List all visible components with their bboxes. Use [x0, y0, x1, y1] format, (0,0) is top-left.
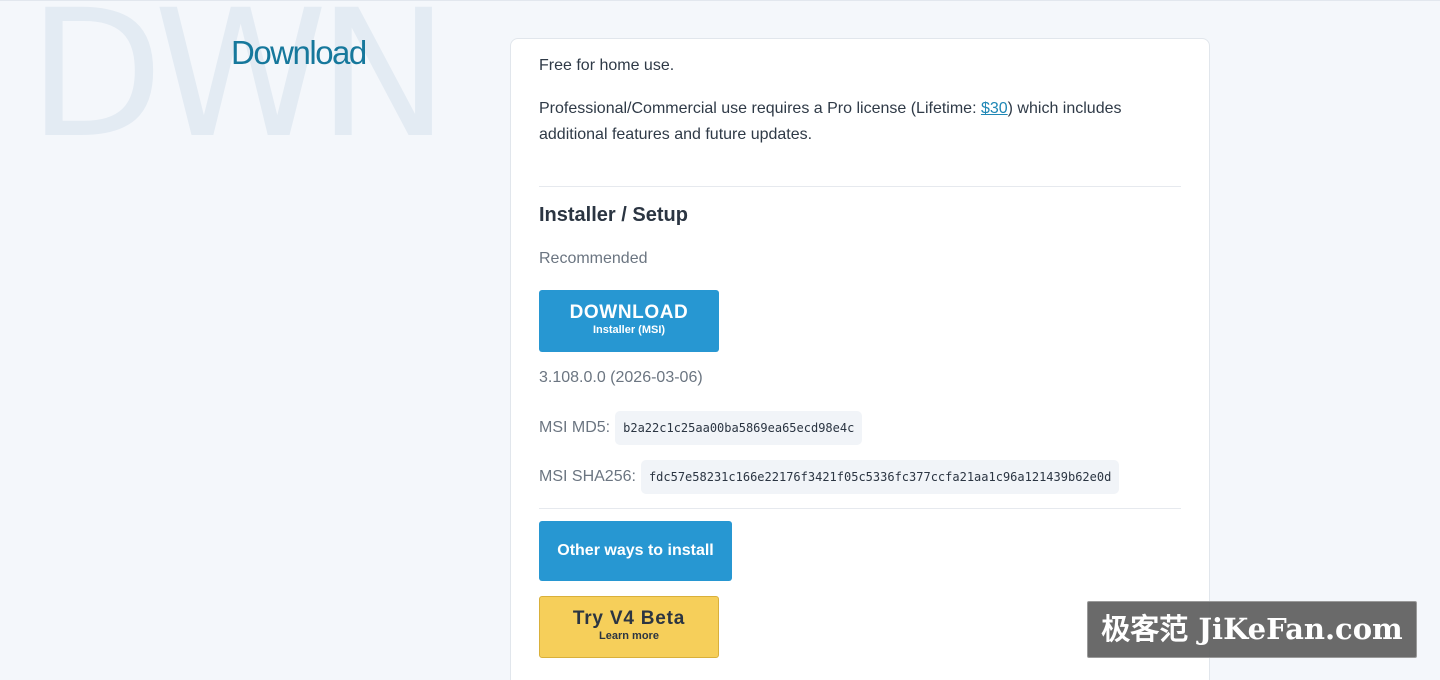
divider	[539, 186, 1181, 187]
md5-row: MSI MD5: b2a22c1c25aa00ba5869ea65ecd98e4…	[539, 411, 863, 445]
download-installer-button[interactable]: DOWNLOAD Installer (MSI)	[539, 290, 719, 352]
background-watermark: DWN	[28, 0, 449, 177]
download-button-label: DOWNLOAD	[569, 302, 689, 323]
md5-label: MSI MD5:	[539, 419, 611, 436]
license-text: Professional/Commercial use requires a P…	[539, 96, 1179, 148]
divider	[539, 508, 1181, 509]
sha256-value[interactable]: fdc57e58231c166e22176f3421f05c5336fc377c…	[640, 460, 1120, 494]
beta-button-label: Try V4 Beta	[572, 608, 686, 629]
page-title: Download	[231, 34, 367, 71]
installer-heading: Installer / Setup	[539, 204, 688, 226]
download-card: Free for home use. Professional/Commerci…	[510, 38, 1210, 680]
free-use-text: Free for home use.	[539, 57, 675, 74]
site-watermark: 极客范 JiKeFan.com	[1087, 601, 1417, 658]
sha256-label: MSI SHA256:	[539, 468, 636, 485]
sha256-row: MSI SHA256: fdc57e58231c166e22176f3421f0…	[539, 460, 1120, 494]
other-ways-button[interactable]: Other ways to install	[539, 521, 732, 581]
version-info: 3.108.0.0 (2026-03-06)	[539, 369, 703, 386]
download-button-sublabel: Installer (MSI)	[592, 324, 666, 336]
license-text-before: Professional/Commercial use requires a P…	[539, 100, 981, 117]
download-page: DWN Download Free for home use. Professi…	[0, 0, 1440, 680]
recommended-label: Recommended	[539, 250, 648, 267]
price-link[interactable]: $30	[981, 100, 1008, 117]
beta-button-sublabel: Learn more	[599, 630, 659, 642]
md5-value[interactable]: b2a22c1c25aa00ba5869ea65ecd98e4c	[615, 411, 863, 445]
try-beta-button[interactable]: Try V4 Beta Learn more	[539, 596, 719, 658]
